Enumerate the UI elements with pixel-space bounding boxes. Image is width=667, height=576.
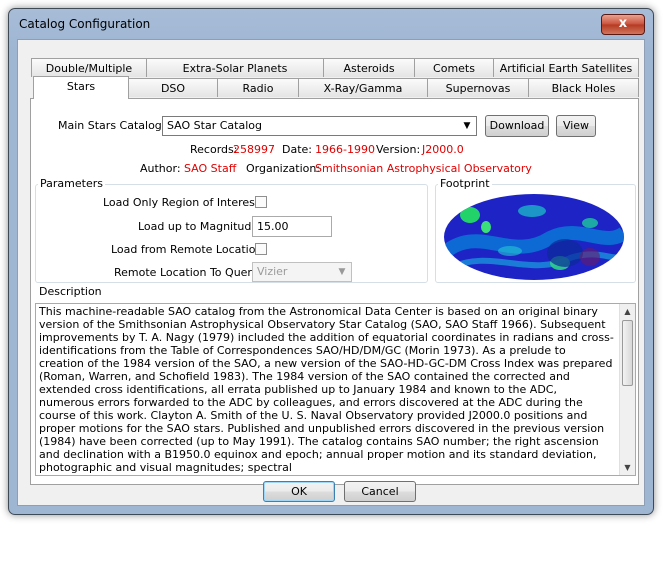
footprint-group: Footprint: [435, 177, 636, 283]
description-legend: Description: [37, 285, 104, 298]
tab-artificial-earth-satellites[interactable]: Artificial Earth Satellites: [493, 58, 639, 77]
close-icon: x: [618, 16, 628, 31]
tab-stars[interactable]: Stars: [33, 76, 129, 99]
dialog-window: Catalog Configuration x Double/Multiple …: [8, 8, 654, 515]
tab-black-holes[interactable]: Black Holes: [528, 78, 639, 97]
title-bar[interactable]: Catalog Configuration x: [9, 9, 653, 39]
remote-label: Load from Remote Location:: [111, 243, 267, 256]
description-text: This machine-readable SAO catalog from t…: [39, 305, 614, 474]
version-value: J2000.0: [422, 143, 464, 156]
remote-query-select[interactable]: Vizier ▼: [252, 262, 352, 282]
organization-label: Organization:: [246, 162, 321, 175]
magnitude-label: Load up to Magnitude:: [138, 220, 262, 233]
author-label: Author:: [140, 162, 181, 175]
author-value: SAO Staff: [184, 162, 237, 175]
description-textbox[interactable]: This machine-readable SAO catalog from t…: [35, 303, 636, 476]
cancel-button[interactable]: Cancel: [344, 481, 416, 502]
region-label: Load Only Region of Interest:: [103, 196, 263, 209]
tab-asteroids[interactable]: Asteroids: [323, 58, 415, 77]
tab-extra-solar-planets[interactable]: Extra-Solar Planets: [146, 58, 324, 77]
description-scrollbar[interactable]: ▲ ▼: [619, 304, 635, 475]
view-button[interactable]: View: [556, 115, 596, 137]
tab-radio[interactable]: Radio: [217, 78, 299, 97]
tab-dso[interactable]: DSO: [128, 78, 218, 97]
tab-supernovas[interactable]: Supernovas: [427, 78, 529, 97]
dialog-client: Double/Multiple Stars Extra-Solar Planet…: [17, 39, 645, 506]
scroll-up-icon[interactable]: ▲: [620, 304, 635, 319]
chevron-down-icon: ▼: [338, 267, 346, 277]
window-title: Catalog Configuration: [19, 17, 151, 31]
tab-x-ray-gamma[interactable]: X-Ray/Gamma: [298, 78, 428, 97]
footprint-sky-map: [444, 194, 624, 280]
footprint-legend: Footprint: [438, 177, 492, 190]
date-label: Date:: [282, 143, 312, 156]
records-label: Records:: [190, 143, 238, 156]
tab-double-multiple-stars[interactable]: Double/Multiple Stars: [31, 58, 147, 94]
close-button[interactable]: x: [601, 14, 645, 35]
version-label: Version:: [376, 143, 421, 156]
scroll-down-icon[interactable]: ▼: [620, 460, 635, 475]
tab-comets[interactable]: Comets: [414, 58, 494, 77]
main-catalog-value: SAO Star Catalog: [167, 119, 262, 132]
region-checkbox[interactable]: [255, 196, 267, 208]
stars-tab-panel: Main Stars Catalog: SAO Star Catalog ▼ D…: [30, 98, 639, 485]
organization-value: Smithsonian Astrophysical Observatory: [315, 162, 532, 175]
remote-query-label: Remote Location To Query:: [114, 266, 262, 279]
main-catalog-label: Main Stars Catalog:: [58, 119, 166, 132]
download-button[interactable]: Download: [485, 115, 549, 137]
parameters-group: Parameters Load Only Region of Interest:…: [35, 177, 428, 283]
main-catalog-select[interactable]: SAO Star Catalog ▼: [162, 116, 477, 136]
remote-query-value: Vizier: [257, 265, 288, 278]
parameters-legend: Parameters: [38, 177, 105, 190]
records-value: 258997: [233, 143, 275, 156]
magnitude-input[interactable]: 15.00: [252, 216, 332, 237]
ok-button[interactable]: OK: [263, 481, 335, 502]
chevron-down-icon: ▼: [463, 121, 471, 131]
date-value: 1966-1990: [315, 143, 375, 156]
remote-checkbox[interactable]: [255, 243, 267, 255]
scroll-thumb[interactable]: [622, 320, 633, 386]
